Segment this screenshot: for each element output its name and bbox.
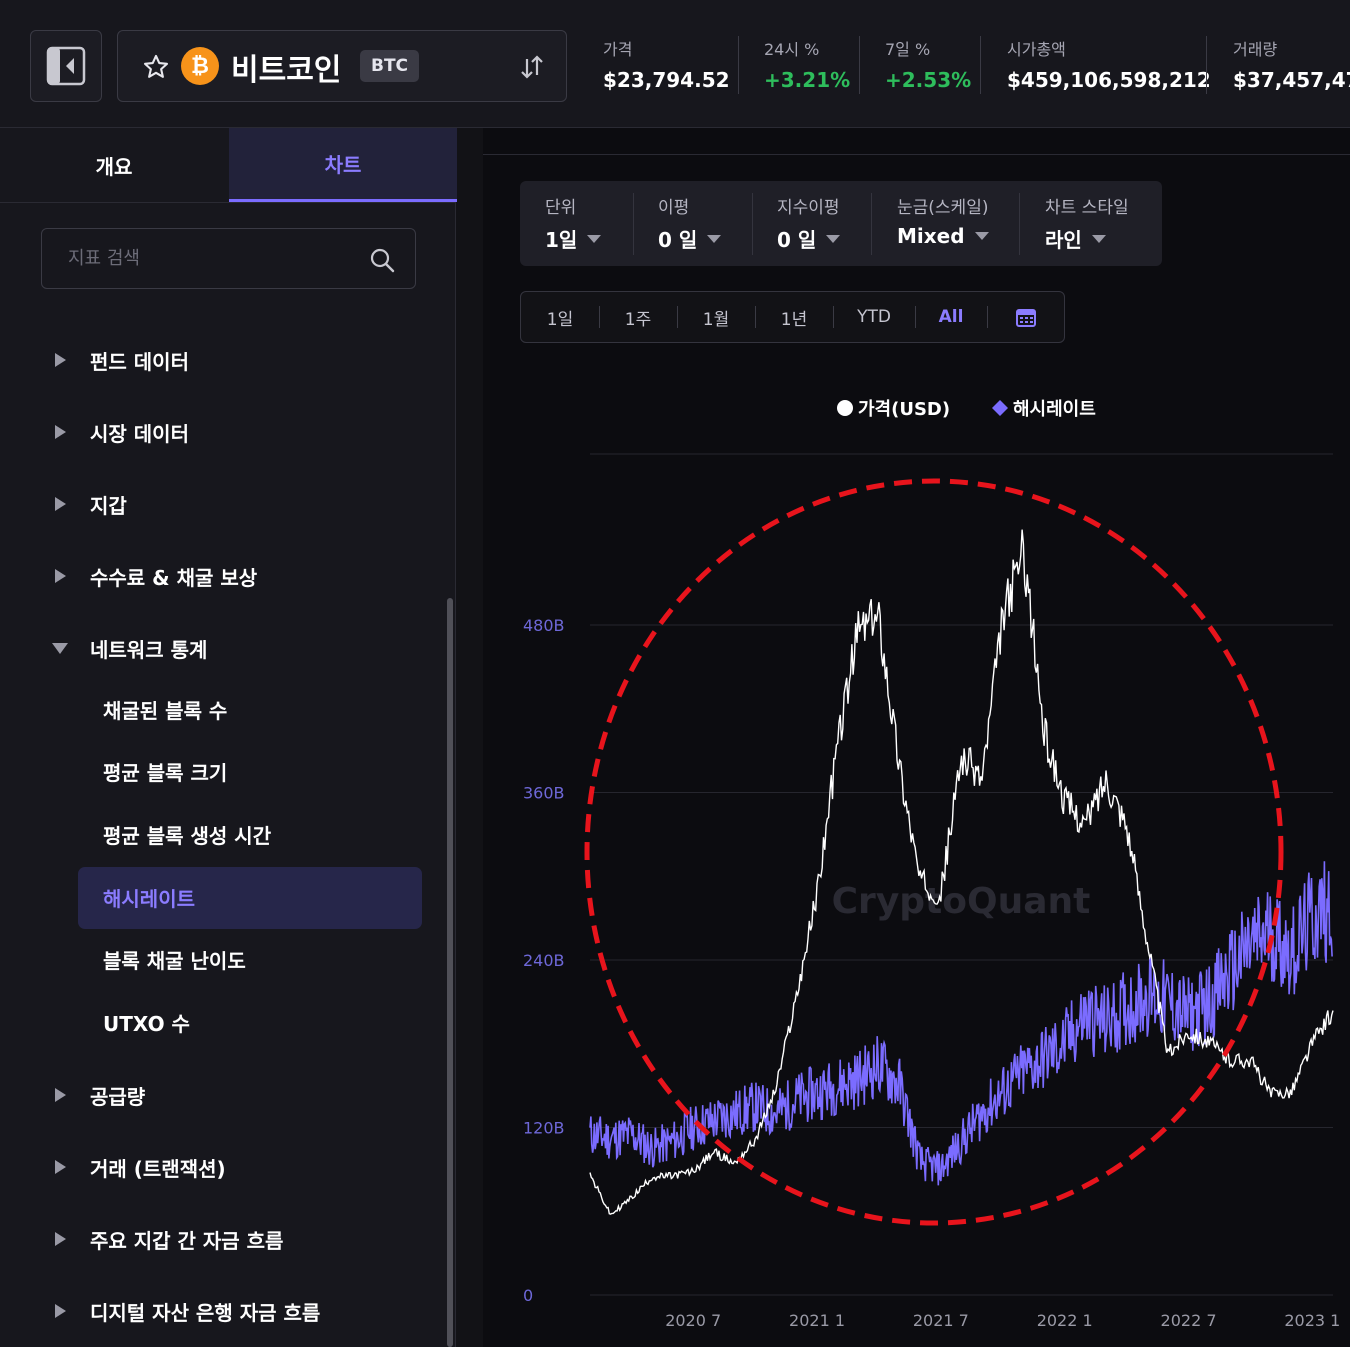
stat-label: 가격	[603, 40, 633, 59]
top-bar: ₿ 비트코인 BTC 가격 $23,794.52 24시 % +3.21% 7일…	[0, 0, 1350, 128]
coin-selector[interactable]: ₿ 비트코인 BTC	[117, 30, 567, 102]
x-tick-label: 2022 1	[1037, 1311, 1093, 1330]
menu-group-wallet-flows[interactable]: 주요 지갑 간 자금 흐름	[48, 1221, 283, 1257]
panel-collapse-icon	[46, 46, 86, 86]
sidebar-item-avg-block-interval[interactable]: 평균 블록 생성 시간	[103, 820, 271, 849]
divider	[859, 36, 860, 94]
menu-group-supply[interactable]: 공급량	[48, 1077, 145, 1113]
menu-group-label: 지갑	[90, 493, 127, 518]
y-tick-label: 360B	[523, 784, 565, 803]
x-tick-label: 2021 7	[913, 1311, 969, 1330]
series-line-price	[589, 529, 1334, 1215]
menu-group-label: 펀드 데이터	[90, 349, 189, 374]
caret-right-icon	[48, 1087, 72, 1103]
y-tick-label: 240B	[523, 951, 565, 970]
caret-right-icon	[48, 424, 72, 440]
sidebar-scrollbar[interactable]	[447, 598, 453, 1347]
menu-group-transactions[interactable]: 거래 (트랜잭션)	[48, 1149, 226, 1185]
stat-volume: 거래량 $37,457,478	[1233, 36, 1350, 92]
stat-7d-change: 7일 % +2.53%	[885, 36, 971, 92]
sidebar-toggle-button[interactable]	[30, 30, 102, 102]
x-tick-label: 2022 7	[1161, 1311, 1217, 1330]
chart-watermark: CryptoQuant	[832, 881, 1091, 922]
sidebar-item-utxo-count[interactable]: UTXO 수	[103, 1008, 190, 1037]
stat-value: $23,794.52	[603, 68, 730, 92]
stat-label: 7일 %	[885, 40, 931, 59]
caret-right-icon	[48, 352, 72, 368]
coin-symbol-badge: BTC	[360, 50, 420, 82]
sidebar: 개요 차트 펀드 데이터 시장 데이터 지갑 수수료 & 채굴 보상	[0, 128, 457, 1347]
caret-right-icon	[48, 496, 72, 512]
divider	[980, 36, 981, 94]
search-input[interactable]	[42, 229, 415, 288]
menu-group-label: 디지털 자산 은행 자금 흐름	[90, 1300, 321, 1325]
caret-right-icon	[48, 1231, 72, 1247]
divider	[738, 36, 739, 94]
menu-group-label: 주요 지갑 간 자금 흐름	[90, 1228, 284, 1253]
menu-group-label: 네트워크 통계	[90, 637, 208, 662]
menu-group-label: 공급량	[90, 1084, 146, 1109]
caret-right-icon	[48, 568, 72, 584]
divider	[0, 202, 456, 203]
caret-right-icon	[48, 1159, 72, 1175]
swap-icon[interactable]	[518, 51, 546, 83]
stat-label: 거래량	[1233, 40, 1278, 59]
stat-value: $37,457,478	[1233, 68, 1350, 92]
sidebar-item-mined-blocks[interactable]: 채굴된 블록 수	[103, 695, 227, 724]
menu-group-label: 수수료 & 채굴 보상	[90, 565, 258, 590]
divider	[1206, 36, 1207, 94]
stat-price: 가격 $23,794.52	[603, 36, 730, 92]
bitcoin-logo-icon: ₿	[181, 47, 219, 85]
chart-panel: 단위 1일 이평 0 일 지수이평 0 일 눈금(스케일) Mixed 차트 스…	[483, 128, 1350, 1347]
stat-24h-change: 24시 % +3.21%	[764, 36, 850, 92]
menu-group-label: 시장 데이터	[90, 421, 189, 446]
menu-group-market-data[interactable]: 시장 데이터	[48, 414, 189, 450]
indicator-search	[41, 228, 416, 289]
x-tick-label: 2020 7	[665, 1311, 721, 1330]
stat-label: 시가총액	[1007, 40, 1066, 59]
y-tick-label: 120B	[523, 1119, 565, 1138]
chart-plot[interactable]: CryptoQuant 0 120B 240B 360B 480B 2020 7 2021…	[483, 128, 1350, 1347]
caret-right-icon	[48, 1303, 72, 1319]
sidebar-item-avg-block-size[interactable]: 평균 블록 크기	[103, 757, 227, 786]
y-tick-label: 480B	[523, 616, 565, 635]
menu-group-fund-data[interactable]: 펀드 데이터	[48, 342, 189, 378]
stat-value: $459,106,598,212	[1007, 68, 1211, 92]
y-tick-label: 0	[523, 1286, 533, 1305]
sidebar-item-difficulty[interactable]: 블록 채굴 난이도	[103, 945, 246, 974]
sidebar-item-hashrate[interactable]: 해시레이트	[103, 883, 195, 912]
stat-market-cap: 시가총액 $459,106,598,212	[1007, 36, 1211, 92]
star-icon[interactable]	[142, 53, 170, 81]
menu-group-label: 거래 (트랜잭션)	[90, 1156, 226, 1181]
search-icon[interactable]	[369, 247, 395, 273]
tab-overview[interactable]: 개요	[0, 128, 228, 202]
x-tick-label: 2023 1	[1284, 1311, 1340, 1330]
tab-chart[interactable]: 차트	[229, 128, 457, 202]
stat-value: +3.21%	[764, 68, 851, 92]
menu-group-fees-rewards[interactable]: 수수료 & 채굴 보상	[48, 558, 257, 594]
menu-group-network-stats[interactable]: 네트워크 통계	[48, 630, 207, 666]
caret-down-icon	[48, 641, 72, 655]
stat-value: +2.53%	[885, 68, 972, 92]
app-window: ₿ 비트코인 BTC 가격 $23,794.52 24시 % +3.21% 7일…	[0, 0, 1350, 1347]
menu-group-bank-flows[interactable]: 디지털 자산 은행 자금 흐름	[48, 1293, 320, 1329]
stat-label: 24시 %	[764, 40, 820, 59]
x-tick-label: 2021 1	[789, 1311, 845, 1330]
coin-name: 비트코인	[231, 53, 342, 88]
menu-group-wallet[interactable]: 지갑	[48, 486, 127, 522]
